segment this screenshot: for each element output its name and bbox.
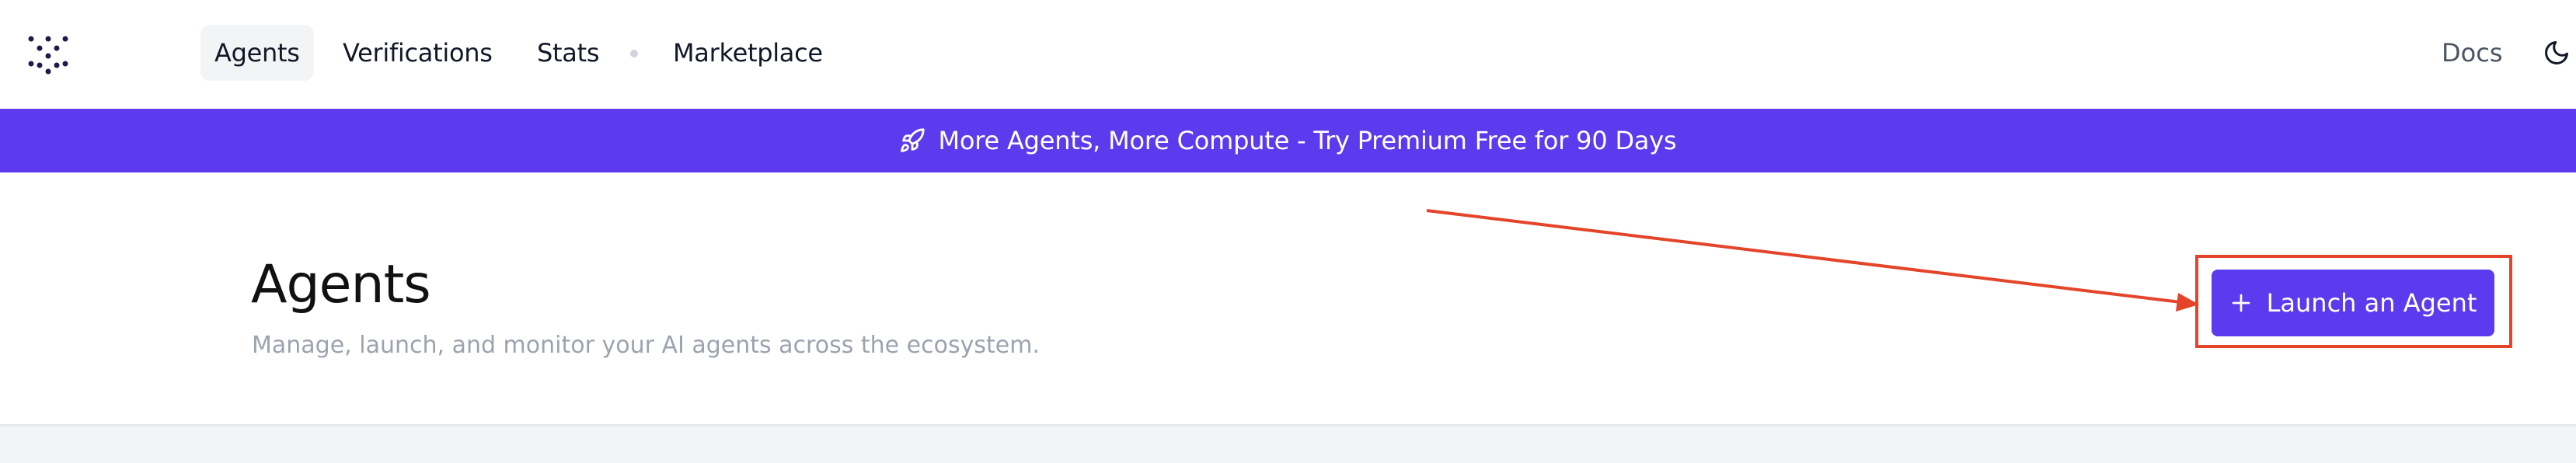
launch-agent-button[interactable]: Launch an Agent bbox=[2212, 270, 2494, 336]
page-title: Agents bbox=[251, 254, 431, 315]
promo-banner[interactable]: More Agents, More Compute - Try Premium … bbox=[0, 109, 2576, 172]
top-navigation: Agents Verifications Stats Marketplace D… bbox=[0, 0, 2576, 109]
nav-separator-dot bbox=[630, 50, 638, 57]
page-subtitle: Manage, launch, and monitor your AI agen… bbox=[252, 332, 1040, 359]
docs-link[interactable]: Docs bbox=[2442, 25, 2502, 81]
moon-icon[interactable] bbox=[2543, 39, 2571, 67]
plus-icon bbox=[2232, 294, 2250, 312]
rocket-icon bbox=[901, 128, 925, 152]
launch-agent-label: Launch an Agent bbox=[2266, 288, 2477, 318]
nav-item-verifications[interactable]: Verifications bbox=[343, 25, 493, 81]
content-area-background bbox=[0, 426, 2576, 463]
nav-item-agents[interactable]: Agents bbox=[200, 25, 314, 81]
dot-grid-logo-icon[interactable] bbox=[26, 34, 70, 75]
nav-item-marketplace[interactable]: Marketplace bbox=[673, 25, 823, 81]
banner-text: More Agents, More Compute - Try Premium … bbox=[938, 126, 1677, 155]
nav-item-stats[interactable]: Stats bbox=[537, 25, 600, 81]
page-header: Agents Manage, launch, and monitor your … bbox=[0, 172, 2576, 426]
